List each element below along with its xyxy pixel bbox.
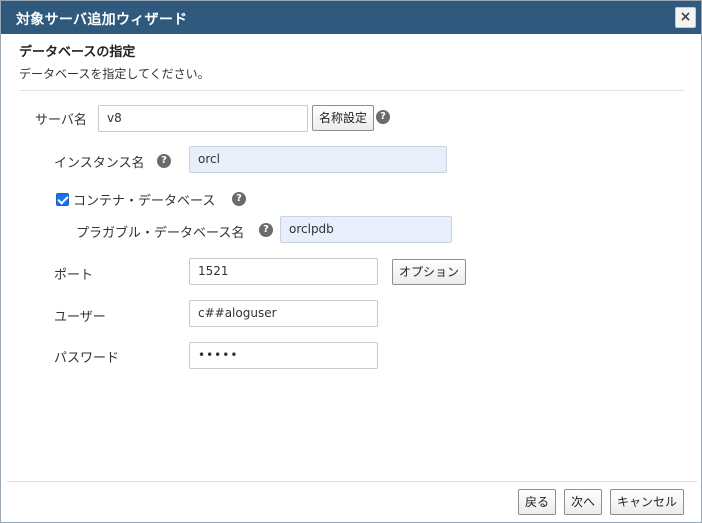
section-heading: データベースの指定 [19,45,136,60]
pluggable-db-label: プラガブル・データベース名 [76,226,245,241]
user-input[interactable]: c##aloguser [189,300,378,327]
password-input[interactable]: ••••• [189,342,378,369]
pluggable-db-help-icon[interactable]: ? [259,223,273,237]
next-button[interactable]: 次へ [564,489,603,515]
instance-name-help-icon[interactable]: ? [157,154,171,168]
header-divider [19,90,684,91]
server-name-label: サーバ名 [35,113,87,128]
container-db-help-icon[interactable]: ? [232,192,246,206]
name-settings-button[interactable]: 名称設定 [312,105,375,131]
close-icon[interactable]: × [675,7,696,28]
container-db-label: コンテナ・データベース [73,194,216,209]
instance-name-label: インスタンス名 [54,156,145,171]
server-name-help-icon[interactable]: ? [376,110,390,124]
port-label: ポート [54,268,94,283]
pluggable-db-input[interactable]: orclpdb [280,216,452,243]
port-input[interactable]: 1521 [189,258,378,285]
options-button[interactable]: オプション [392,259,467,285]
container-db-checkbox[interactable] [56,193,69,206]
server-name-input[interactable]: v8 [98,105,308,132]
section-description: データベースを指定してください。 [19,67,210,81]
title-bar: 対象サーバ追加ウィザード × [1,1,701,34]
cancel-button[interactable]: キャンセル [610,489,685,515]
password-label: パスワード [54,351,120,366]
wizard-dialog: 対象サーバ追加ウィザード × データベースの指定 データベースを指定してください… [0,0,702,523]
back-button[interactable]: 戻る [518,489,557,515]
user-label: ユーザー [54,310,106,325]
footer-divider [7,481,697,482]
window-title: 対象サーバ追加ウィザード [16,12,188,28]
instance-name-input[interactable]: orcl [189,146,447,173]
